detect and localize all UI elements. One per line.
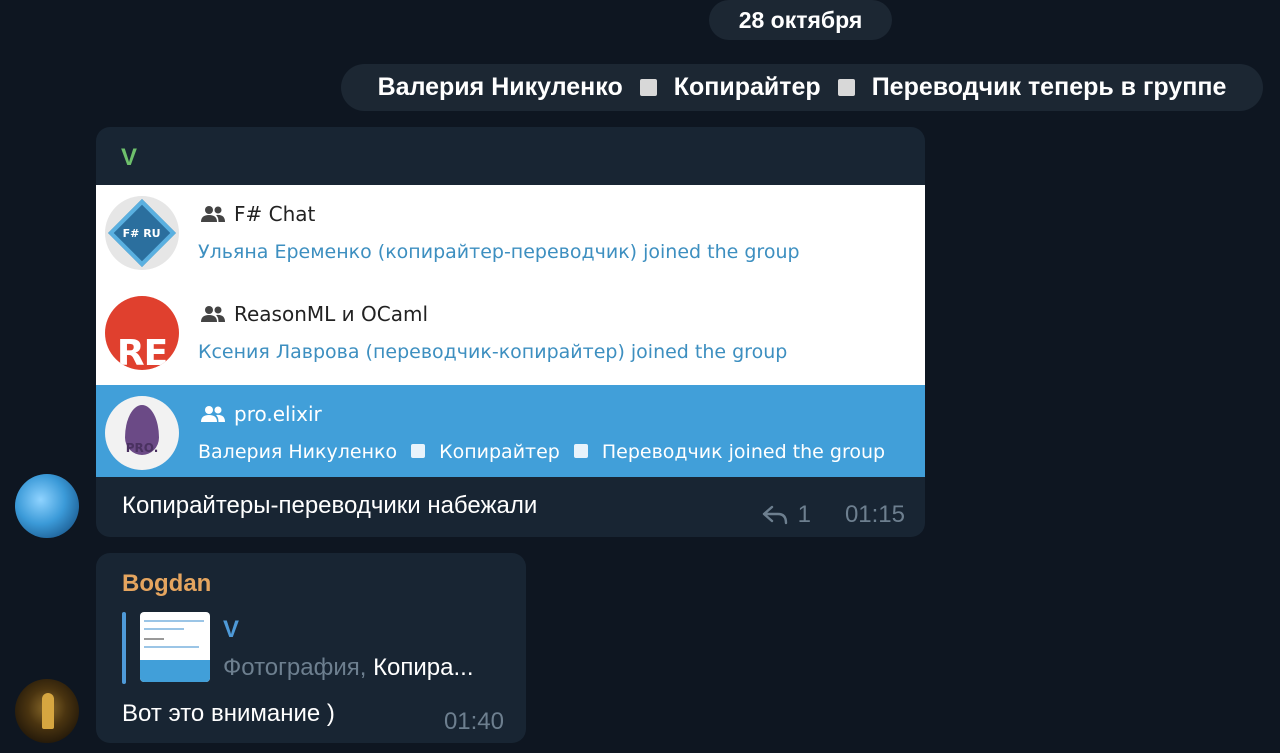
reply-thumbnail[interactable]: [140, 612, 210, 682]
chat-avatar-fsharp: F# RU: [105, 196, 179, 270]
screenshot-chat-row: RE ReasonML и OCaml Ксения Лаврова (пере…: [96, 285, 925, 385]
service-part-name: Валерия Никуленко: [377, 73, 623, 101]
line-part: Переводчик joined the group: [601, 441, 886, 463]
reply-icon[interactable]: [762, 505, 788, 525]
reply-body: Копира...: [373, 654, 474, 681]
chat-name-text: pro.elixir: [234, 402, 322, 426]
chat-name-text: ReasonML и OCaml: [234, 302, 429, 326]
chat-name: F# Chat: [200, 202, 315, 226]
chat-name-text: F# Chat: [234, 202, 316, 226]
reply-quote-bar: [122, 612, 126, 684]
date-label: 28 октября: [738, 6, 863, 33]
message-bubble[interactable]: V F# RU F# Chat Ульяна Еременко (копирай…: [96, 127, 925, 537]
message-time: 01:40: [443, 708, 504, 735]
chat-avatar-elixir: PRO.: [105, 396, 179, 470]
avatar-text: RE: [116, 333, 168, 370]
message-text: Вот это внимание ): [122, 700, 335, 727]
chat-last-message: Ксения Лаврова (переводчик-копирайтер) j…: [198, 341, 788, 363]
avatar-user-v[interactable]: [15, 474, 79, 538]
group-icon: [201, 206, 225, 222]
square-glyph-icon: [573, 444, 588, 458]
message-meta: 1 01:15: [762, 501, 905, 529]
reply-kind: Фотография,: [223, 654, 374, 681]
message-text: Копирайтеры-переводчики набежали: [122, 492, 538, 519]
line-part: Валерия Никуленко: [198, 441, 398, 463]
sender-name[interactable]: V: [121, 144, 137, 172]
line-part: Копирайтер: [439, 441, 560, 463]
chat-last-message: Валерия Никуленко Копирайтер Переводчик jo…: [198, 441, 885, 463]
chat-name: ReasonML и OCaml: [200, 302, 428, 326]
square-glyph-icon: [639, 79, 657, 96]
chat-last-message: Ульяна Еременко (копирайтер-переводчик) …: [198, 241, 800, 263]
sender-name[interactable]: Bogdan: [122, 570, 211, 598]
reply-count[interactable]: 1: [798, 501, 811, 529]
service-part-role2: Переводчик теперь в группе: [871, 73, 1227, 101]
reply-preview[interactable]: Фотография, Копира...: [223, 654, 474, 682]
chat-name: pro.elixir: [200, 402, 322, 426]
screenshot-chat-row: F# RU F# Chat Ульяна Еременко (копирайте…: [96, 185, 925, 285]
square-glyph-icon: [837, 79, 855, 96]
avatar-text: PRO.: [125, 441, 159, 455]
group-icon: [201, 306, 225, 322]
square-glyph-icon: [411, 444, 426, 458]
service-message: Валерия Никуленко Копирайтер Переводчик …: [341, 64, 1263, 111]
avatar-user-bogdan[interactable]: [15, 679, 79, 743]
reply-author[interactable]: V: [223, 616, 239, 644]
message-bubble[interactable]: Bogdan V Фотография, Копира... Вот это в…: [96, 553, 526, 743]
service-part-role1: Копирайтер: [673, 73, 821, 101]
message-time: 01:15: [844, 501, 905, 528]
avatar-text: F# RU: [123, 226, 161, 240]
group-icon: [201, 406, 225, 422]
photo-attachment[interactable]: F# RU F# Chat Ульяна Еременко (копирайте…: [96, 185, 925, 477]
chat-avatar-reasonml: RE: [105, 296, 179, 370]
screenshot-chat-row-selected: PRO. pro.elixir Валерия Никуленко Копирай…: [96, 385, 925, 477]
date-separator: 28 октября: [709, 0, 892, 40]
